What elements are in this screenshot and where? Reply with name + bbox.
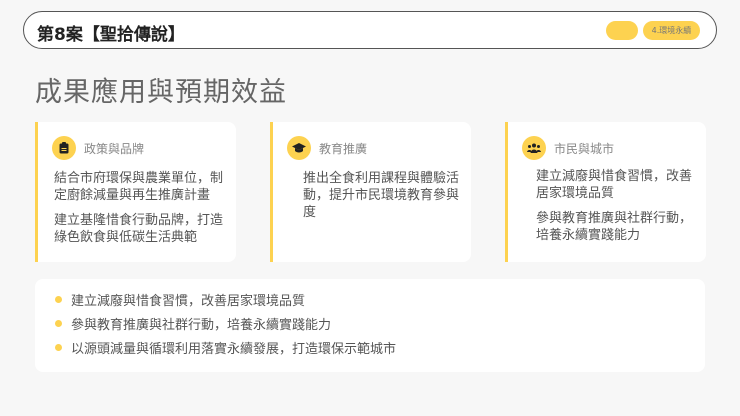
bullet-icon [55,344,62,351]
case-title: 第8案【聖拾傳說】 [37,25,185,45]
card-text: 推出全食利用課程與體驗活動，提升市民環境教育參與度 [303,171,460,220]
list-item: 參與教育推廣與社群行動，培養永續實踐能力 [55,314,331,333]
bullet-text: 以源頭減量與循環利用落實永續發展，打造環保示範城市 [71,342,397,357]
summary-box: 建立減廢與惜食習慣，改善居家環境品質 參與教育推廣與社群行動，培養永續實踐能力 … [35,279,705,372]
bullet-icon [55,296,62,303]
users-icon [522,136,546,160]
card-text: 建立基隆惜食行動品牌，打造綠色飲食與低碳生活典範 [54,213,224,245]
bullet-text: 建立減廢與惜食習慣，改善居家環境品質 [71,294,306,309]
list-item: 以源頭減量與循環利用落實永續發展，打造環保示範城市 [55,338,396,357]
list-item: 建立減廢與惜食習慣，改善居家環境品質 [55,290,305,309]
bullet-text: 參與教育推廣與社群行動，培養永續實踐能力 [71,318,332,333]
card-label: 政策與品牌 [84,142,145,156]
graduation-cap-icon [287,136,311,160]
bullet-icon [55,320,62,327]
page-title: 成果應用與預期效益 [35,77,287,108]
clipboard-icon [52,136,76,160]
header-indicator [606,21,638,40]
card-policy: 政策與品牌 結合市府環保與農業單位，制定廚餘減量與再生推廣計畫 建立基隆惜食行動品… [35,122,236,262]
card-text: 結合市府環保與農業單位，制定廚餘減量與再生推廣計畫 [54,171,224,203]
card-citizens: 市民與城市 建立減廢與惜食習慣，改善居家環境品質 參與教育推廣與社群行動，培養永續… [505,122,706,262]
card-text: 建立減廢與惜食習慣，改善居家環境品質 [536,169,693,201]
category-tag: 4.環境永續 [643,21,700,40]
card-label: 市民與城市 [554,142,615,156]
card-education: 教育推廣 推出全食利用課程與體驗活動，提升市民環境教育參與度 [270,122,471,262]
card-text: 參與教育推廣與社群行動，培養永續實踐能力 [536,211,693,243]
header-bar: 第8案【聖拾傳說】 4.環境永續 [23,11,717,49]
card-label: 教育推廣 [319,142,368,156]
